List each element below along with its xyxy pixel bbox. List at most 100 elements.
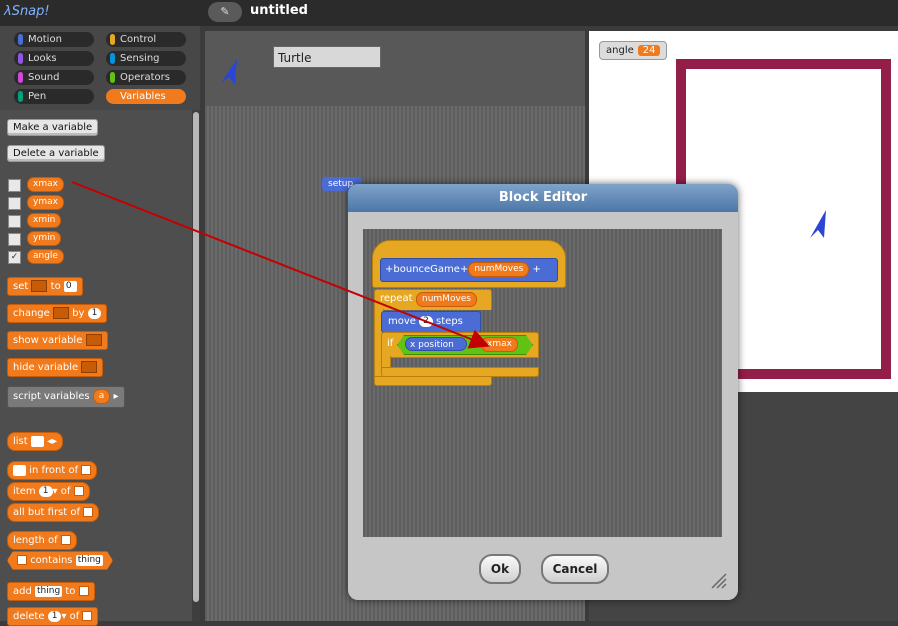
block-label: by bbox=[72, 308, 85, 319]
block-label: length of bbox=[13, 535, 58, 546]
value-slot[interactable]: 1 bbox=[47, 610, 62, 622]
change-variable-block[interactable]: change by 1 bbox=[7, 304, 108, 323]
var-reporter-ymin[interactable]: ymin bbox=[27, 231, 62, 246]
length-of-block[interactable]: length of bbox=[7, 531, 77, 550]
make-variable-button[interactable]: Make a variable bbox=[7, 119, 99, 136]
var-reporter-ymax[interactable]: ymax bbox=[27, 195, 64, 210]
sound-color-icon bbox=[18, 72, 23, 83]
contains-block[interactable]: contains thing bbox=[7, 551, 113, 570]
move-steps-input[interactable]: 2 bbox=[419, 315, 433, 327]
category-motion[interactable]: Motion bbox=[14, 32, 94, 47]
var-checkbox-angle[interactable]: ✓ bbox=[8, 251, 21, 264]
list-slot[interactable] bbox=[82, 611, 93, 621]
all-but-first-block[interactable]: all but first of bbox=[7, 503, 100, 522]
block-label: in front of bbox=[29, 465, 79, 476]
category-label: Variables bbox=[120, 91, 166, 102]
value-slot[interactable]: thing bbox=[35, 585, 63, 597]
script-variables-block[interactable]: script variables a ▸ bbox=[7, 386, 125, 408]
block-label: item bbox=[13, 486, 36, 497]
sprite-thumbnail-icon[interactable] bbox=[217, 57, 241, 87]
item-of-block[interactable]: item 1 ▾ of bbox=[7, 482, 90, 501]
category-pen[interactable]: Pen bbox=[14, 89, 94, 104]
category-control[interactable]: Control bbox=[106, 32, 186, 47]
snap-logo[interactable]: λSnap! bbox=[4, 2, 56, 22]
block-label: set bbox=[13, 281, 29, 292]
cancel-button[interactable]: Cancel bbox=[541, 554, 609, 584]
variables-color-icon bbox=[110, 91, 115, 102]
set-variable-block[interactable]: set to 0 bbox=[7, 277, 83, 296]
if-bottom bbox=[381, 367, 539, 377]
variable-dropdown[interactable] bbox=[31, 280, 48, 292]
category-label: Pen bbox=[28, 91, 47, 102]
category-operators[interactable]: Operators bbox=[106, 70, 186, 85]
value-slot[interactable]: 1 bbox=[87, 307, 102, 319]
palette-scroll-thumb[interactable] bbox=[193, 112, 199, 602]
move-steps-block[interactable]: move 2 steps bbox=[381, 311, 481, 333]
block-label: to bbox=[65, 586, 76, 597]
script-var-reporter[interactable]: a bbox=[92, 388, 111, 404]
sprite-name-input[interactable]: Turtle bbox=[273, 46, 381, 68]
checkmark-icon: ✓ bbox=[10, 252, 19, 262]
value-slot[interactable]: 0 bbox=[63, 280, 77, 292]
repeat-var-reporter[interactable]: numMoves bbox=[416, 292, 477, 307]
value-slot[interactable]: 1 bbox=[38, 485, 53, 497]
list-slot[interactable] bbox=[73, 486, 84, 496]
list-slot[interactable] bbox=[83, 507, 94, 517]
value-slot[interactable] bbox=[30, 435, 44, 447]
x-position-reporter[interactable]: x position bbox=[405, 337, 467, 351]
add-input-icon[interactable]: + bbox=[533, 264, 541, 275]
chevron-down-icon[interactable]: ▾ bbox=[53, 486, 58, 497]
value-slot[interactable]: thing bbox=[76, 555, 103, 566]
var-checkbox-ymin[interactable] bbox=[8, 233, 21, 246]
custom-block-prototype[interactable]: +bounceGame+ numMoves + bbox=[380, 258, 558, 282]
variable-dropdown[interactable] bbox=[53, 307, 69, 319]
list-slot[interactable] bbox=[78, 586, 89, 596]
xmax-reporter-dropped[interactable]: xmax bbox=[481, 337, 518, 352]
block-label: script variables bbox=[13, 391, 90, 402]
var-checkbox-ymax[interactable] bbox=[8, 197, 21, 210]
category-variables[interactable]: Variables bbox=[106, 89, 186, 104]
arrow-right-icon[interactable]: ▸ bbox=[114, 391, 119, 402]
list-slot[interactable] bbox=[81, 465, 92, 475]
arrows-icon[interactable]: ◂▸ bbox=[47, 436, 57, 447]
operators-color-icon bbox=[110, 72, 115, 83]
project-title: untitled bbox=[250, 3, 308, 18]
ok-button[interactable]: Ok bbox=[479, 554, 521, 584]
repeat-label: repeat bbox=[380, 293, 413, 304]
value-slot[interactable] bbox=[13, 464, 26, 476]
block-editor-title[interactable]: Block Editor bbox=[348, 184, 738, 212]
list-slot[interactable] bbox=[60, 535, 71, 545]
category-label: Sound bbox=[28, 72, 60, 83]
category-sensing[interactable]: Sensing bbox=[106, 51, 186, 66]
list-slot[interactable] bbox=[17, 555, 27, 565]
variable-dropdown[interactable] bbox=[81, 361, 98, 373]
block-label: show variable bbox=[13, 335, 83, 346]
in-front-of-block[interactable]: in front of bbox=[7, 461, 98, 480]
hide-variable-block[interactable]: hide variable bbox=[7, 358, 104, 377]
delete-of-list-block[interactable]: delete 1 ▾ of bbox=[7, 607, 99, 626]
var-checkbox-xmin[interactable] bbox=[8, 215, 21, 228]
category-sound[interactable]: Sound bbox=[14, 70, 94, 85]
chevron-down-icon[interactable]: ▾ bbox=[61, 611, 66, 622]
show-variable-block[interactable]: show variable bbox=[7, 331, 108, 350]
category-label: Motion bbox=[28, 34, 62, 45]
var-reporter-angle[interactable]: angle bbox=[27, 249, 64, 264]
add-to-list-block[interactable]: add thing to bbox=[7, 582, 95, 601]
var-reporter-xmin[interactable]: xmin bbox=[27, 213, 62, 228]
list-block[interactable]: list ◂▸ bbox=[7, 432, 64, 451]
var-reporter-xmax[interactable]: xmax bbox=[27, 177, 64, 192]
if-label: if bbox=[387, 338, 394, 349]
add-input-icon[interactable]: + bbox=[460, 264, 468, 275]
resize-handle-icon[interactable] bbox=[710, 572, 728, 590]
category-looks[interactable]: Looks bbox=[14, 51, 94, 66]
variable-dropdown[interactable] bbox=[85, 334, 102, 346]
turtle-sprite-icon[interactable] bbox=[806, 208, 830, 240]
variable-watcher[interactable]: angle 24 bbox=[599, 41, 668, 60]
delete-variable-button[interactable]: Delete a variable bbox=[7, 145, 105, 162]
block-label: to bbox=[50, 281, 61, 292]
block-label: of bbox=[60, 486, 71, 497]
project-menu-button[interactable]: ✎ bbox=[208, 2, 242, 22]
param-numMoves[interactable]: numMoves bbox=[468, 261, 530, 277]
pen-color-icon bbox=[18, 91, 23, 102]
var-checkbox-xmax[interactable] bbox=[8, 179, 21, 192]
